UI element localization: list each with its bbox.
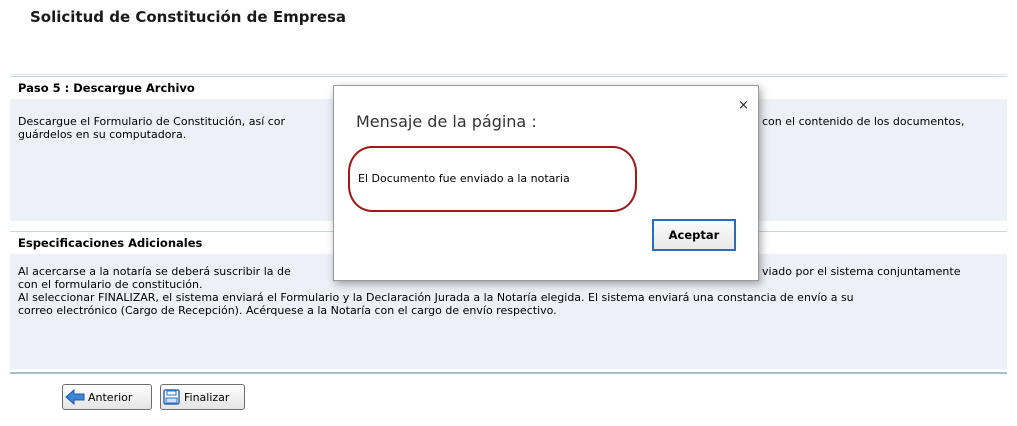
finish-button[interactable]: Finalizar xyxy=(160,384,245,410)
previous-button[interactable]: Anterior xyxy=(62,384,152,410)
page-title: Solicitud de Constitución de Empresa xyxy=(30,8,347,26)
specs-text-line3: Al seleccionar FINALIZAR, el sistema env… xyxy=(18,291,854,304)
previous-button-label: Anterior xyxy=(88,390,133,404)
specs-text-line1-left: Al acercarse a la notaría se deberá susc… xyxy=(18,265,291,278)
title-band xyxy=(10,36,1007,75)
close-icon[interactable]: × xyxy=(738,98,749,113)
left-arrow-icon xyxy=(65,389,85,405)
specs-header-label: Especificaciones Adicionales xyxy=(18,236,203,250)
finish-button-label: Finalizar xyxy=(184,390,230,404)
message-dialog: Mensaje de la página : × El Documento fu… xyxy=(333,85,759,281)
step5-header-label: Paso 5 : Descargue Archivo xyxy=(18,81,195,95)
dialog-message: El Documento fue enviado a la notaria xyxy=(358,172,570,185)
step5-text-line2: guárdelos en su computadora. xyxy=(18,128,187,141)
step5-text-line1-left: Descargue el Formulario de Constitución,… xyxy=(18,115,286,128)
dialog-title: Mensaje de la página : xyxy=(356,112,537,131)
step5-text-line1-right: con el contenido de los documentos, xyxy=(762,115,965,128)
specs-text-line2: con el formulario de constitución. xyxy=(18,278,203,291)
specs-text-line4: correo electrónico (Cargo de Recepción).… xyxy=(18,304,557,317)
save-icon xyxy=(163,389,180,405)
specs-text-line1-right: viado por el sistema conjuntamente xyxy=(762,265,961,278)
accept-button[interactable]: Aceptar xyxy=(652,219,736,251)
